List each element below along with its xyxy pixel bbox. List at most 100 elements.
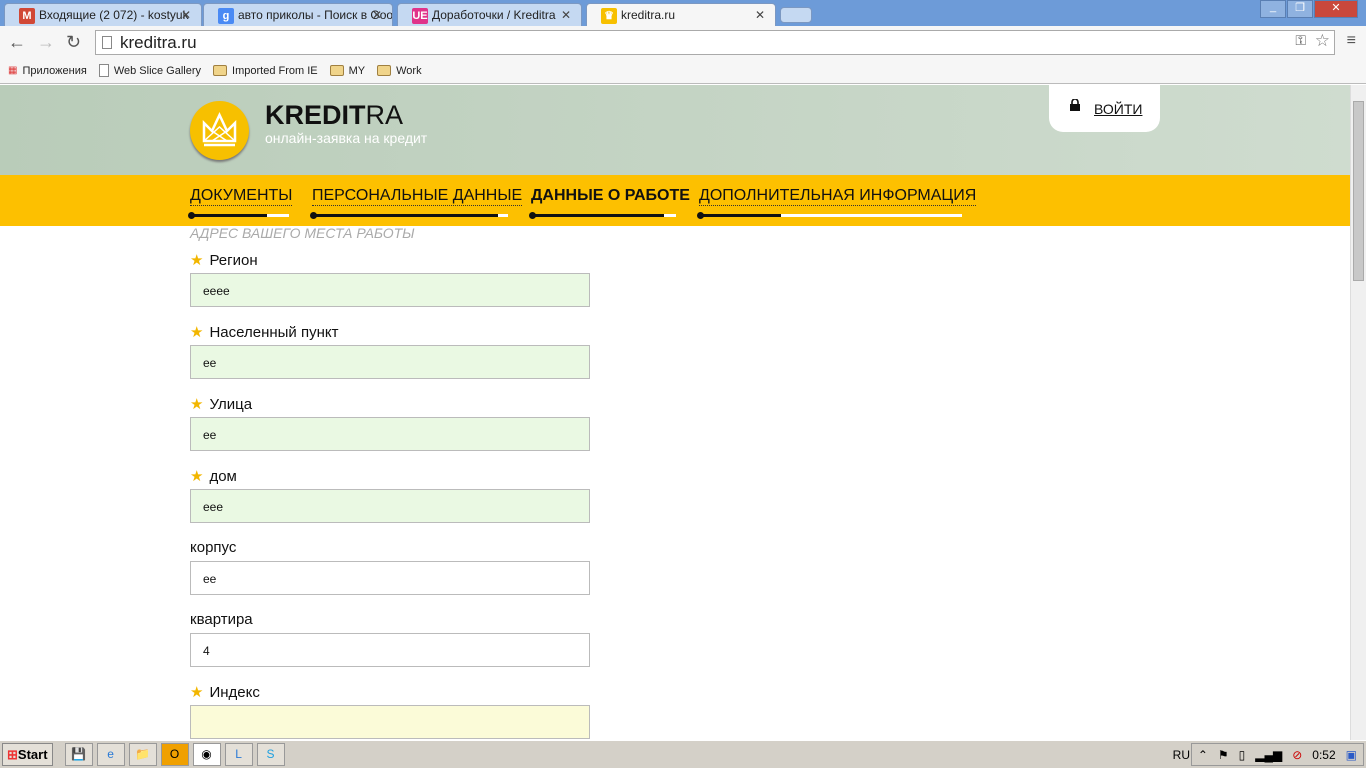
show-desktop-icon[interactable]: ▣ [1346,748,1357,762]
close-tab-icon[interactable]: ✕ [755,8,765,22]
field-label: квартира [190,611,590,633]
step-tab[interactable]: ПЕРСОНАЛЬНЫЕ ДАННЫЕ [312,187,523,206]
browser-tab[interactable]: ♛ kreditra.ru ✕ [586,3,776,26]
bookmark-my[interactable]: MY [329,65,365,77]
network-icon[interactable]: ▂▄▆ [1255,748,1282,762]
step-tab[interactable]: ДОПОЛНИТЕЛЬНАЯ ИНФОРМАЦИЯ [699,187,977,206]
url-text: kreditra.ru [120,33,197,52]
field-label-text: квартира [190,611,253,628]
gmail-icon: M [19,8,35,24]
volume-muted-icon[interactable]: ⊘ [1292,748,1302,762]
browser-tab[interactable]: M Входящие (2 072) - kostyuk ✕ [4,3,202,26]
progress-fill [699,214,781,217]
forward-icon[interactable]: → [37,32,55,53]
explorer-icon[interactable]: 📁 [128,743,157,766]
step-progress-bar [310,212,508,219]
address-bar[interactable]: kreditra.ru ⚿ ☆ [95,30,1335,55]
scrollbar-thumb[interactable] [1353,101,1364,281]
bookmark-imported[interactable]: Imported From IE [213,65,318,77]
start-button[interactable]: ⊞Start [2,743,53,766]
section-title: АДРЕС ВАШЕГО МЕСТА РАБОТЫ [190,225,415,241]
field-label-text: Индекс [209,684,260,701]
bookmark-label: Imported From IE [232,64,318,77]
folder-icon [213,65,228,76]
folder-icon [377,65,392,76]
bookmark-star-icon[interactable]: ☆ [1315,31,1330,51]
new-tab-button[interactable] [780,7,812,23]
step-tab[interactable]: ДАННЫЕ О РАБОТЕ [531,187,690,205]
field-input[interactable]: eee [190,489,590,523]
page-scrollbar[interactable] [1350,85,1366,740]
language-indicator[interactable]: RU [1173,748,1190,762]
save-app-icon[interactable]: 💾 [64,743,93,766]
taskbar: ⊞Start 💾 e 📁 O ◉ L S RU ⌃ ⚑ ▯ ▂▄▆ ⊘ 0:52… [0,740,1366,768]
show-hidden-icons[interactable]: ⌃ [1198,748,1208,762]
field-label: ★ дом [190,467,590,489]
bookmark-label: Work [396,64,422,77]
step-navigation: ДОКУМЕНТЫ ПЕРСОНАЛЬНЫЕ ДАННЫЕ ДАННЫЕ О РАБ… [0,175,1350,226]
page-icon [102,36,112,49]
clock[interactable]: 0:52 [1312,748,1335,762]
progress-fill [312,214,499,217]
bookmark-work[interactable]: Work [377,64,422,77]
reload-icon[interactable]: ↻ [66,32,81,53]
close-tab-icon[interactable]: ✕ [561,8,571,22]
chrome-icon[interactable]: ◉ [192,743,221,766]
browser-toolbar: ← → ↻ kreditra.ru ⚿ ☆ ≡ [0,26,1366,58]
bookmark-web-slice[interactable]: Web Slice Gallery [98,64,202,77]
bookmarks-bar: ▦ Приложения Web Slice Gallery Imported F… [0,58,1366,84]
field-label-text: корпус [190,539,237,556]
progress-fill [531,214,665,217]
field-input[interactable]: ee [190,561,590,595]
brand-bold: KREDIT [265,100,366,130]
field-label: корпус [190,539,590,561]
progress-dot [697,212,704,219]
field-label-text: Населенный пункт [209,324,339,341]
back-icon[interactable]: ← [8,32,26,53]
bookmark-label: Web Slice Gallery [113,64,202,77]
browser-tab[interactable]: g авто приколы - Поиск в Goo ✕ [203,3,393,26]
bookmark-label: Приложения [22,64,87,77]
close-tab-icon[interactable]: ✕ [372,8,382,22]
minimize-button[interactable]: _ [1260,0,1286,18]
apps-icon: ▦ [8,65,18,76]
skype-icon[interactable]: S [256,743,285,766]
step-progress-bar [188,212,289,219]
kreditra-icon: ♛ [601,8,617,24]
lync-icon[interactable]: L [224,743,253,766]
browser-tab-strip: M Входящие (2 072) - kostyuk ✕ g авто прикол… [0,0,1366,26]
field-input[interactable]: ee [190,417,590,451]
login-button[interactable]: ВОЙТИ [1049,85,1160,132]
site-header: KREDITRA онлайн-заявка на кредит ВОЙТИ [0,85,1350,175]
bookmark-apps[interactable]: ▦ Приложения [8,65,87,77]
brand-light: RA [365,100,404,130]
start-label: Start [17,747,48,762]
flag-icon[interactable]: ⚑ [1218,748,1229,762]
field-input[interactable]: ee [190,345,590,379]
work-address-form: АДРЕС ВАШЕГО МЕСТА РАБОТЫ ★ Регион eeee ★ На… [190,225,590,740]
outlook-icon[interactable]: O [160,743,189,766]
ie-icon[interactable]: e [96,743,125,766]
ue-icon: UE [412,8,428,24]
required-star-icon: ★ [190,684,204,701]
close-tab-icon[interactable]: ✕ [181,8,191,22]
field-input[interactable]: 4 [190,633,590,667]
field-label: ★ Индекс [190,683,590,705]
field-input[interactable]: eeee [190,273,590,307]
battery-icon[interactable]: ▯ [1239,748,1246,762]
key-icon[interactable]: ⚿ [1295,32,1306,49]
required-star-icon: ★ [190,252,204,269]
lock-icon [1070,99,1080,111]
browser-tab[interactable]: UE Доработочки / Kreditra ✕ [397,3,582,26]
crown-logo-icon[interactable] [190,101,249,160]
field-label-text: дом [209,468,237,485]
field-label: ★ Улица [190,395,590,417]
maximize-button[interactable]: ❐ [1287,0,1313,18]
close-window-button[interactable]: ✕ [1314,0,1358,18]
menu-icon[interactable]: ≡ [1347,32,1356,50]
system-tray: ⌃ ⚑ ▯ ▂▄▆ ⊘ 0:52 ▣ [1190,743,1364,766]
web-page: KREDITRA онлайн-заявка на кредит ВОЙТИ Д… [0,85,1350,740]
step-tab[interactable]: ДОКУМЕНТЫ [190,187,293,206]
field-input[interactable] [190,705,590,739]
login-label: ВОЙТИ [1094,101,1143,117]
